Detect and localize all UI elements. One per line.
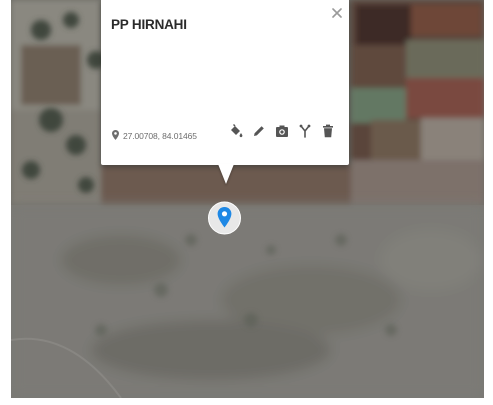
- coordinates-row: 27.00708, 84.01465: [112, 127, 197, 145]
- map-marker-icon[interactable]: [208, 196, 241, 240]
- place-title: PP HIRNAHI: [111, 17, 187, 32]
- popup-actions: [229, 124, 335, 138]
- close-icon[interactable]: [330, 6, 344, 20]
- camera-icon[interactable]: [275, 124, 289, 138]
- place-info-popup: PP HIRNAHI 27.00708, 84.01465: [101, 0, 349, 165]
- pencil-icon[interactable]: [252, 124, 266, 138]
- coordinates-text: 27.00708, 84.01465: [123, 131, 197, 141]
- location-pin-icon: [112, 127, 119, 145]
- paint-bucket-icon[interactable]: [229, 124, 243, 138]
- trash-icon[interactable]: [321, 124, 335, 138]
- route-fork-icon[interactable]: [298, 124, 312, 138]
- popup-pointer: [218, 164, 234, 184]
